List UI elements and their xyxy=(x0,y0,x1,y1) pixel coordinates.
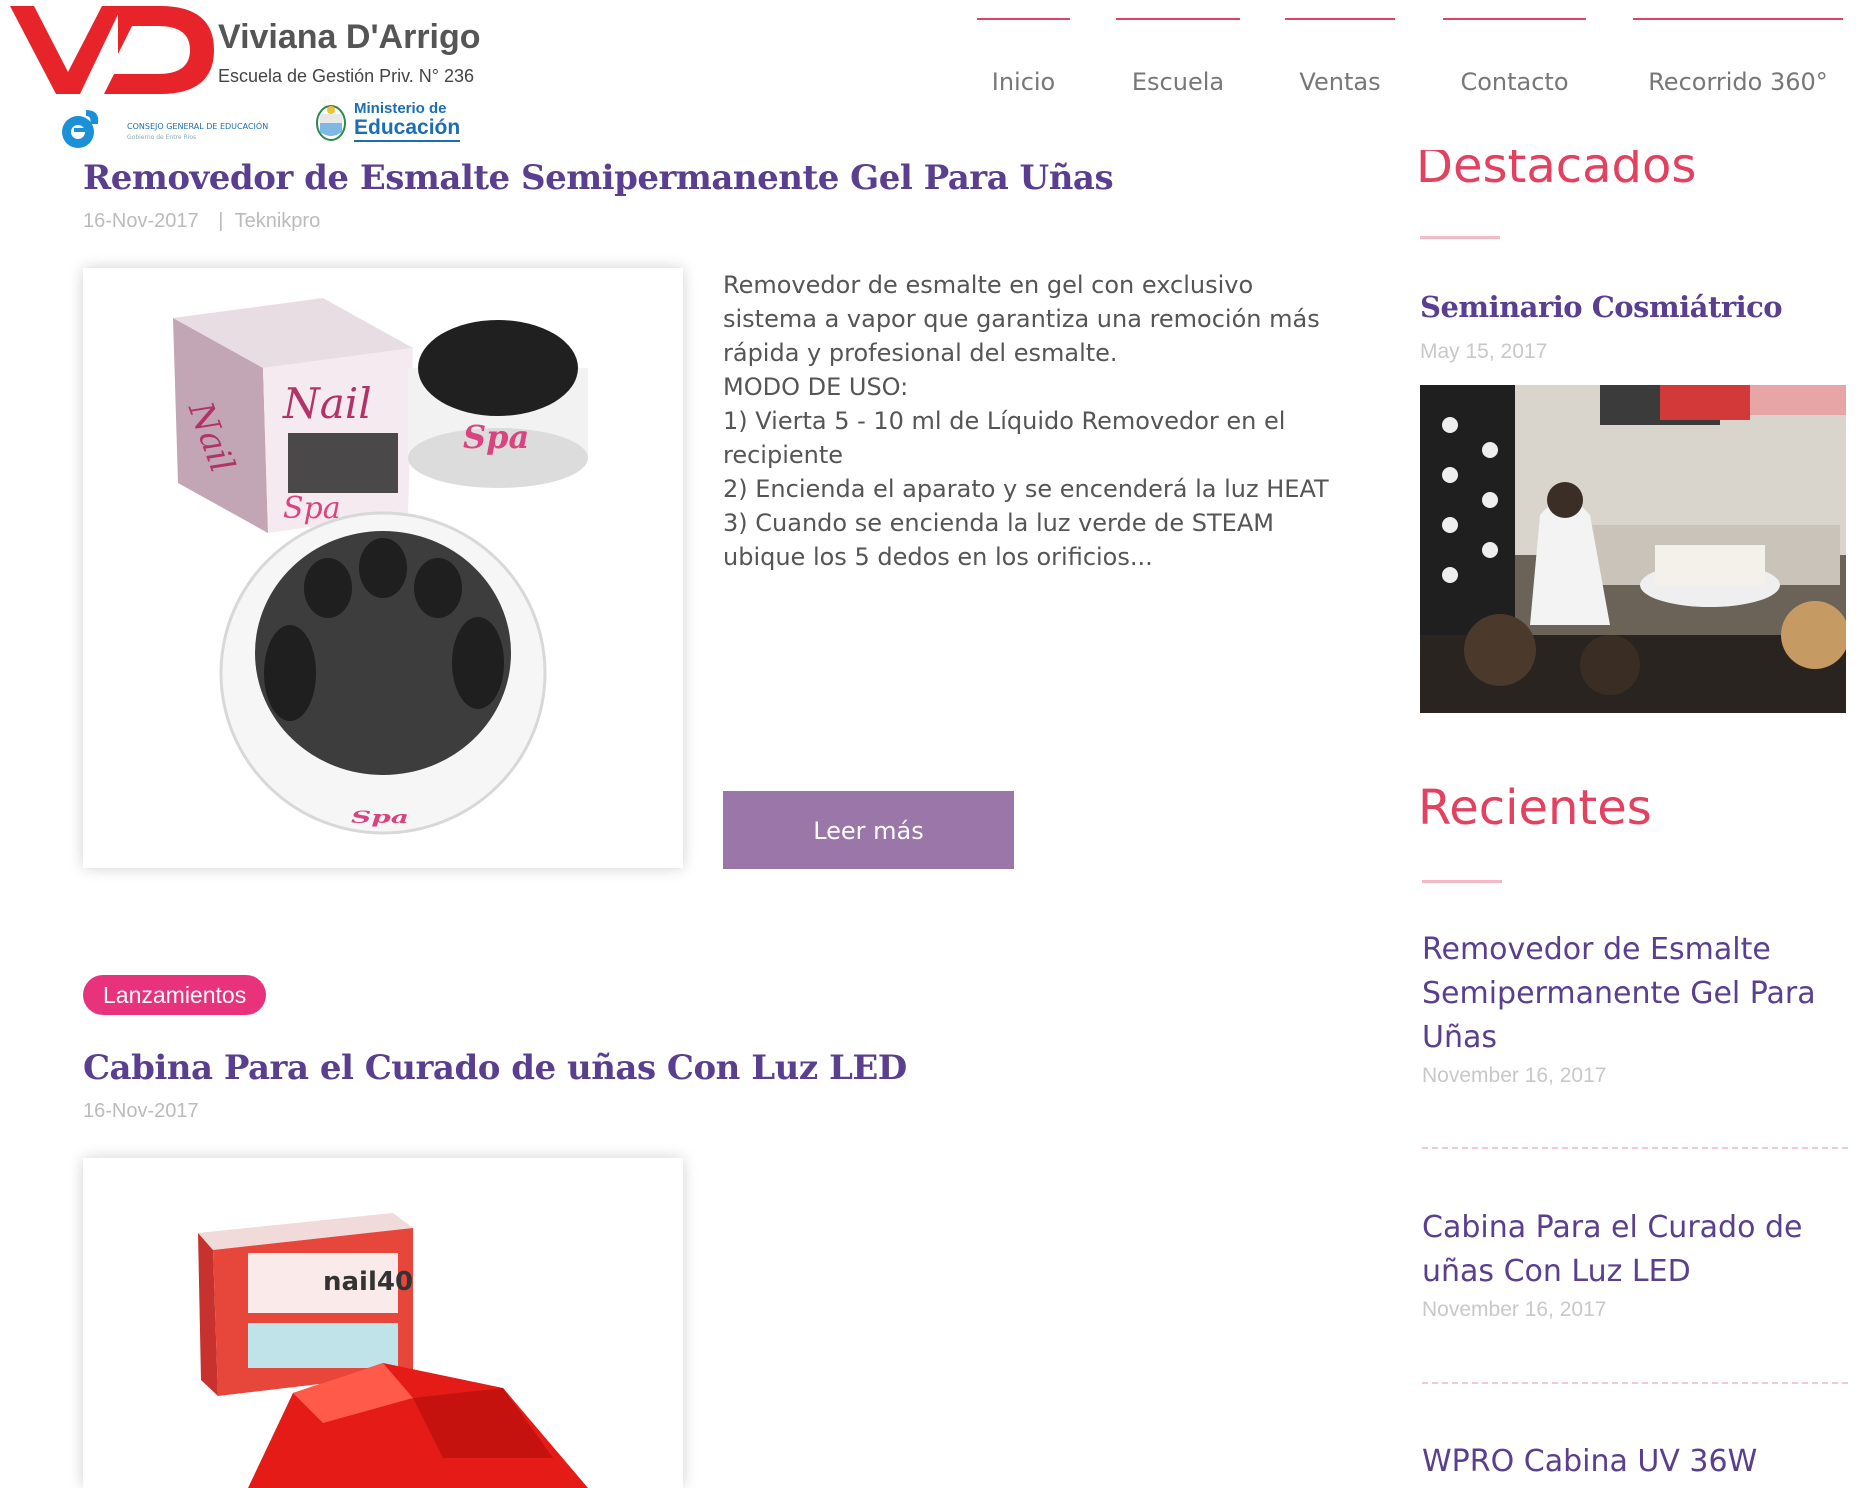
ministry-line1: Ministerio de xyxy=(354,100,447,117)
heading-underline xyxy=(1422,880,1502,883)
nav-item-contacto[interactable]: Contacto xyxy=(1443,18,1586,100)
nav-item-inicio[interactable]: Inicio xyxy=(977,18,1070,100)
gel-remover-product-image[interactable]: Nail Nail Spa Spa Spa xyxy=(83,268,683,868)
seminar-photo-illustration xyxy=(1420,385,1846,713)
post-title[interactable]: Cabina Para el Curado de uñas Con Luz LE… xyxy=(83,1048,907,1088)
council-logo-text: CONSEJO GENERAL DE EDUCACIÓN xyxy=(127,122,269,131)
excerpt-line: 1) Vierta 5 - 10 ml de Líquido Removedor… xyxy=(723,407,1286,469)
featured-heading: Destacados xyxy=(1416,138,1697,194)
brand-subtitle: Escuela de Gestión Priv. N° 236 xyxy=(218,66,474,86)
recent-post-date: November 16, 2017 xyxy=(1422,1298,1607,1321)
nav-item-escuela[interactable]: Escuela xyxy=(1116,18,1240,100)
ministry-line2: Educación xyxy=(354,116,461,142)
product-box-label: Nail xyxy=(282,379,372,428)
nav-label[interactable]: Contacto xyxy=(1443,68,1586,96)
product-box-label: nail40 xyxy=(323,1267,413,1297)
featured-post-title[interactable]: Seminario Cosmiátrico xyxy=(1420,290,1783,324)
nav-label[interactable]: Escuela xyxy=(1116,68,1240,96)
seminar-photo[interactable] xyxy=(1420,385,1846,713)
excerpt-line: Removedor de esmalte en gel con exclusiv… xyxy=(723,271,1320,367)
nav-accent-bar xyxy=(977,18,1070,20)
svg-text:Spa: Spa xyxy=(351,808,409,828)
led-lamp-illustration: nail40 xyxy=(198,1213,588,1488)
read-more-button[interactable]: Leer más xyxy=(723,791,1014,869)
device-brand-label: Spa xyxy=(463,418,529,456)
featured-post-date: May 15, 2017 xyxy=(1420,340,1548,363)
excerpt-line: MODO DE USO: xyxy=(723,373,909,401)
recent-post-title[interactable]: Removedor de Esmalte Semipermanente Gel … xyxy=(1422,928,1832,1060)
post-date: 16-Nov-2017 xyxy=(83,1100,199,1122)
heading-underline xyxy=(1420,236,1500,239)
nav-accent-bar xyxy=(1443,18,1586,20)
recent-divider xyxy=(1422,1147,1848,1149)
nav-accent-bar xyxy=(1285,18,1395,20)
category-badge[interactable]: Lanzamientos xyxy=(83,975,267,1015)
national-shield-icon xyxy=(316,105,346,141)
council-logo-subtext: Gobierno de Entre Ríos xyxy=(127,134,197,141)
post-excerpt: Removedor de esmalte en gel con exclusiv… xyxy=(723,268,1333,574)
nav-item-ventas[interactable]: Ventas xyxy=(1285,18,1395,100)
gel-remover-illustration: Nail Nail Spa Spa Spa xyxy=(173,298,588,835)
council-logo-icon xyxy=(62,110,99,148)
nav-accent-bar xyxy=(1116,18,1240,20)
recent-post-title[interactable]: Cabina Para el Curado de uñas Con Luz LE… xyxy=(1422,1206,1832,1294)
nav-label[interactable]: Inicio xyxy=(977,68,1070,96)
recent-heading: Recientes xyxy=(1418,780,1652,836)
nav-label[interactable]: Ventas xyxy=(1285,68,1395,96)
excerpt-line: 3) Cuando se encienda la luz verde de ST… xyxy=(723,509,1274,571)
recent-post-title[interactable]: WPRO Cabina UV 36W xyxy=(1422,1440,1832,1484)
vd-logo[interactable] xyxy=(10,0,215,100)
recent-divider xyxy=(1422,1382,1848,1384)
post-title[interactable]: Removedor de Esmalte Semipermanente Gel … xyxy=(83,158,1114,198)
excerpt-line: 2) Encienda el aparato y se encenderá la… xyxy=(723,475,1329,503)
brand-name: Viviana D'Arrigo xyxy=(218,18,481,56)
post-author[interactable]: Teknikpro xyxy=(235,210,321,232)
nav-item-recorrido-360[interactable]: Recorrido 360° xyxy=(1633,18,1843,100)
post-meta: 16-Nov-2017 | Teknikpro xyxy=(83,210,320,233)
post-date: 16-Nov-2017 xyxy=(83,210,199,232)
recent-post-date: November 16, 2017 xyxy=(1422,1064,1607,1087)
nav-label[interactable]: Recorrido 360° xyxy=(1633,68,1843,96)
meta-separator: | xyxy=(218,210,224,232)
led-lamp-product-image[interactable]: nail40 xyxy=(83,1158,683,1488)
nav-accent-bar xyxy=(1633,18,1843,20)
